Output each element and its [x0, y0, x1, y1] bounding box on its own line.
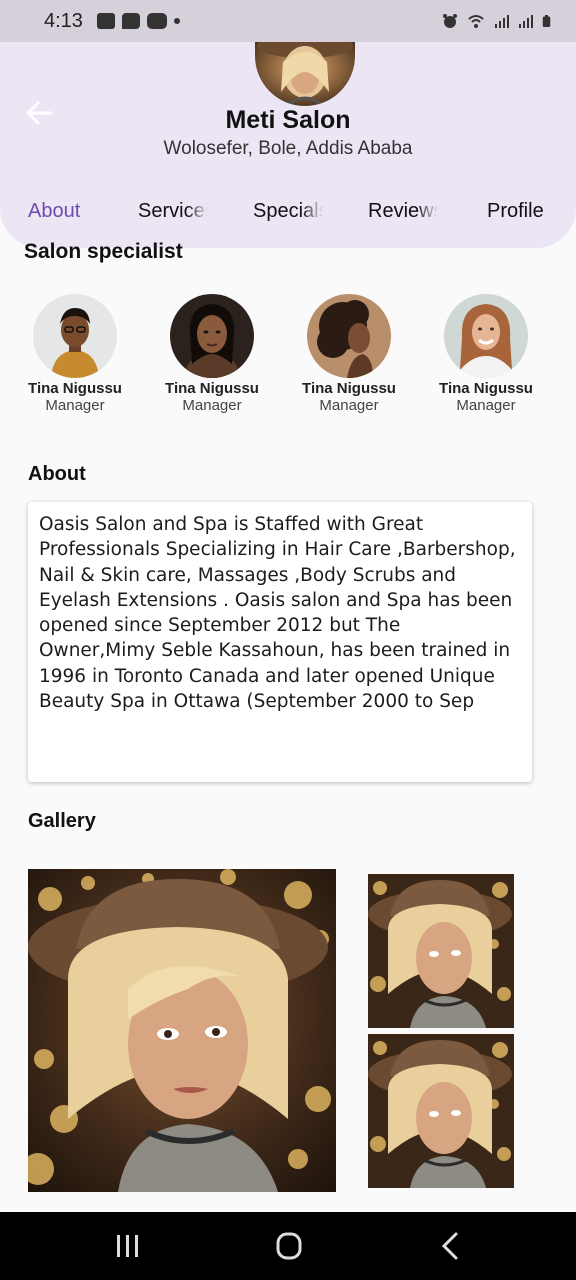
specialist-role: Manager	[182, 397, 242, 414]
gallery-image-small[interactable]	[368, 1034, 514, 1188]
salon-header: Meti Salon Wolosefer, Bole, Addis Ababa …	[0, 42, 576, 248]
specialist-card[interactable]: Tina Nigussu Manager	[15, 294, 135, 414]
system-nav-bar	[0, 1212, 576, 1280]
more-notifications-icon	[173, 18, 180, 24]
gallery-image-large[interactable]	[28, 869, 336, 1192]
alarm-icon	[443, 14, 457, 28]
specialist-role: Manager	[45, 397, 105, 414]
salon-location: Wolosefer, Bole, Addis Ababa	[163, 138, 413, 159]
specialist-role: Manager	[456, 397, 516, 414]
salon-avatar	[255, 42, 355, 106]
specialist-name: Tina Nigussu	[439, 380, 533, 397]
specialist-card[interactable]: Tina Nigussu Manager	[426, 294, 546, 414]
back-icon[interactable]	[430, 1230, 470, 1262]
section-title-specialists: Salon specialist	[24, 240, 183, 263]
about-text: Oasis Salon and Spa is Staffed with Grea…	[39, 514, 516, 713]
specialist-name: Tina Nigussu	[28, 380, 122, 397]
recent-apps-icon[interactable]	[108, 1230, 148, 1262]
specialist-name: Tina Nigussu	[165, 380, 259, 397]
specialist-avatar	[444, 294, 528, 378]
status-bar: 4:13	[0, 0, 576, 42]
status-time: 4:13	[44, 9, 83, 32]
specialist-avatar	[307, 294, 391, 378]
notification-icons	[96, 13, 180, 29]
system-icons	[442, 13, 554, 29]
specialist-card[interactable]: Tina Nigussu Manager	[152, 294, 272, 414]
signal-icon	[495, 15, 509, 28]
specialist-avatar	[33, 294, 117, 378]
specialist-card[interactable]: Tina Nigussu Manager	[289, 294, 409, 414]
home-icon[interactable]	[269, 1230, 309, 1262]
signal-icon-2	[519, 15, 533, 28]
battery-icon	[542, 15, 551, 27]
wifi-icon	[468, 15, 484, 28]
tab-profile[interactable]: Profile	[487, 200, 567, 223]
youtube-icon	[146, 13, 167, 29]
tab-reviews[interactable]: Reviews	[368, 200, 438, 223]
specialist-role: Manager	[319, 397, 379, 414]
tab-services[interactable]: Services	[138, 200, 208, 223]
message-icon	[121, 13, 140, 29]
about-card: Oasis Salon and Spa is Staffed with Grea…	[28, 502, 532, 782]
tab-bar: About Services Specials Reviews Profile	[0, 200, 576, 230]
salon-name: Meti Salon	[225, 106, 351, 134]
linkedin-icon	[96, 13, 115, 29]
tab-specials[interactable]: Specials	[253, 200, 323, 223]
specialist-name: Tina Nigussu	[302, 380, 396, 397]
gallery-image-small[interactable]	[368, 874, 514, 1028]
section-title-about: About	[28, 463, 86, 485]
section-title-gallery: Gallery	[28, 810, 96, 832]
specialist-avatar	[170, 294, 254, 378]
tab-about[interactable]: About	[28, 200, 118, 223]
